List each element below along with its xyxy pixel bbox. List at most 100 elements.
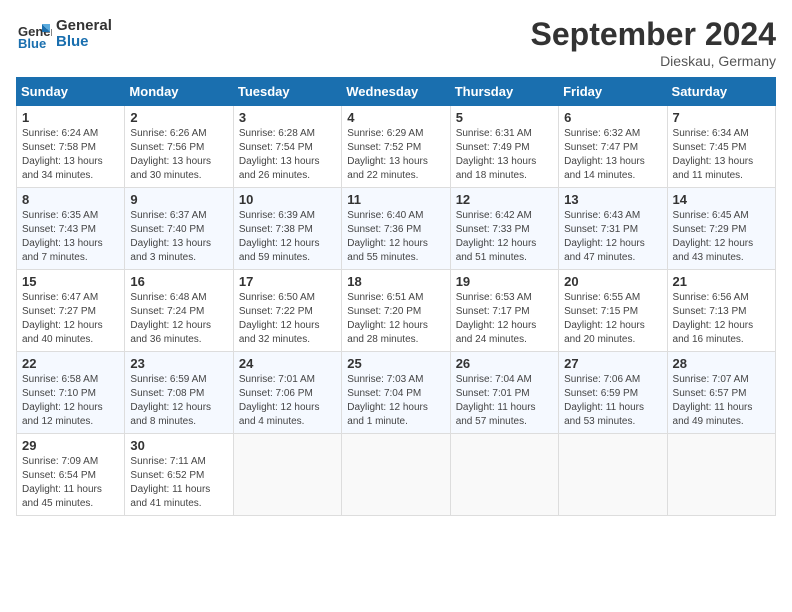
day-number: 17 [239,274,336,289]
day-info: Sunrise: 6:53 AMSunset: 7:17 PMDaylight:… [456,291,553,347]
logo-icon: General Blue [16,16,52,52]
day-info: Sunrise: 6:42 AMSunset: 7:33 PMDaylight:… [456,209,553,265]
day-info: Sunrise: 6:50 AMSunset: 7:22 PMDaylight:… [239,291,336,347]
day-number: 13 [564,192,661,207]
day-info: Sunrise: 6:59 AMSunset: 7:08 PMDaylight:… [130,373,227,429]
day-info: Sunrise: 6:56 AMSunset: 7:13 PMDaylight:… [673,291,770,347]
day-info: Sunrise: 6:58 AMSunset: 7:10 PMDaylight:… [22,373,119,429]
calendar-day-15: 15 Sunrise: 6:47 AMSunset: 7:27 PMDaylig… [17,270,125,352]
calendar-table: Sunday Monday Tuesday Wednesday Thursday… [16,77,776,516]
day-info: Sunrise: 6:26 AMSunset: 7:56 PMDaylight:… [130,127,227,183]
day-number: 30 [130,438,227,453]
calendar-week-3: 15 Sunrise: 6:47 AMSunset: 7:27 PMDaylig… [17,270,776,352]
day-info: Sunrise: 6:29 AMSunset: 7:52 PMDaylight:… [347,127,444,183]
day-info: Sunrise: 6:51 AMSunset: 7:20 PMDaylight:… [347,291,444,347]
day-number: 1 [22,110,119,125]
calendar-week-4: 22 Sunrise: 6:58 AMSunset: 7:10 PMDaylig… [17,352,776,434]
calendar-day-27: 27 Sunrise: 7:06 AMSunset: 6:59 PMDaylig… [559,352,667,434]
title-area: September 2024 Dieskau, Germany [531,16,776,69]
col-monday: Monday [125,78,233,106]
day-info: Sunrise: 6:28 AMSunset: 7:54 PMDaylight:… [239,127,336,183]
calendar-day-16: 16 Sunrise: 6:48 AMSunset: 7:24 PMDaylig… [125,270,233,352]
day-info: Sunrise: 6:32 AMSunset: 7:47 PMDaylight:… [564,127,661,183]
calendar-day-12: 12 Sunrise: 6:42 AMSunset: 7:33 PMDaylig… [450,188,558,270]
calendar-day-6: 6 Sunrise: 6:32 AMSunset: 7:47 PMDayligh… [559,106,667,188]
day-info: Sunrise: 6:45 AMSunset: 7:29 PMDaylight:… [673,209,770,265]
col-tuesday: Tuesday [233,78,341,106]
day-info: Sunrise: 6:34 AMSunset: 7:45 PMDaylight:… [673,127,770,183]
col-wednesday: Wednesday [342,78,450,106]
day-info: Sunrise: 7:06 AMSunset: 6:59 PMDaylight:… [564,373,661,429]
calendar-week-2: 8 Sunrise: 6:35 AMSunset: 7:43 PMDayligh… [17,188,776,270]
calendar-day-25: 25 Sunrise: 7:03 AMSunset: 7:04 PMDaylig… [342,352,450,434]
calendar-day-2: 2 Sunrise: 6:26 AMSunset: 7:56 PMDayligh… [125,106,233,188]
logo-blue: Blue [56,34,112,51]
day-number: 16 [130,274,227,289]
day-number: 14 [673,192,770,207]
day-info: Sunrise: 6:24 AMSunset: 7:58 PMDaylight:… [22,127,119,183]
calendar-day-13: 13 Sunrise: 6:43 AMSunset: 7:31 PMDaylig… [559,188,667,270]
col-thursday: Thursday [450,78,558,106]
day-number: 15 [22,274,119,289]
calendar-day-7: 7 Sunrise: 6:34 AMSunset: 7:45 PMDayligh… [667,106,775,188]
day-info: Sunrise: 6:37 AMSunset: 7:40 PMDaylight:… [130,209,227,265]
day-info: Sunrise: 6:55 AMSunset: 7:15 PMDaylight:… [564,291,661,347]
day-info: Sunrise: 7:09 AMSunset: 6:54 PMDaylight:… [22,455,119,511]
day-number: 8 [22,192,119,207]
day-number: 3 [239,110,336,125]
calendar-day-28: 28 Sunrise: 7:07 AMSunset: 6:57 PMDaylig… [667,352,775,434]
svg-text:Blue: Blue [18,36,46,51]
day-number: 12 [456,192,553,207]
calendar-day-22: 22 Sunrise: 6:58 AMSunset: 7:10 PMDaylig… [17,352,125,434]
day-number: 6 [564,110,661,125]
calendar-day-9: 9 Sunrise: 6:37 AMSunset: 7:40 PMDayligh… [125,188,233,270]
calendar-day-21: 21 Sunrise: 6:56 AMSunset: 7:13 PMDaylig… [667,270,775,352]
logo: General Blue General Blue [16,16,112,52]
empty-cell [342,434,450,516]
day-info: Sunrise: 6:47 AMSunset: 7:27 PMDaylight:… [22,291,119,347]
day-number: 10 [239,192,336,207]
page-header: General Blue General Blue September 2024… [16,16,776,69]
day-info: Sunrise: 6:35 AMSunset: 7:43 PMDaylight:… [22,209,119,265]
day-number: 4 [347,110,444,125]
day-number: 29 [22,438,119,453]
day-number: 11 [347,192,444,207]
day-number: 24 [239,356,336,371]
day-info: Sunrise: 6:40 AMSunset: 7:36 PMDaylight:… [347,209,444,265]
calendar-day-10: 10 Sunrise: 6:39 AMSunset: 7:38 PMDaylig… [233,188,341,270]
col-sunday: Sunday [17,78,125,106]
empty-cell [450,434,558,516]
calendar-day-11: 11 Sunrise: 6:40 AMSunset: 7:36 PMDaylig… [342,188,450,270]
location: Dieskau, Germany [531,53,776,69]
calendar-day-5: 5 Sunrise: 6:31 AMSunset: 7:49 PMDayligh… [450,106,558,188]
calendar-day-17: 17 Sunrise: 6:50 AMSunset: 7:22 PMDaylig… [233,270,341,352]
month-title: September 2024 [531,16,776,53]
day-number: 2 [130,110,227,125]
calendar-week-5: 29 Sunrise: 7:09 AMSunset: 6:54 PMDaylig… [17,434,776,516]
day-info: Sunrise: 6:43 AMSunset: 7:31 PMDaylight:… [564,209,661,265]
day-info: Sunrise: 6:31 AMSunset: 7:49 PMDaylight:… [456,127,553,183]
calendar-day-1: 1 Sunrise: 6:24 AMSunset: 7:58 PMDayligh… [17,106,125,188]
day-number: 27 [564,356,661,371]
logo-general: General [56,18,112,35]
empty-cell [233,434,341,516]
day-info: Sunrise: 6:39 AMSunset: 7:38 PMDaylight:… [239,209,336,265]
day-number: 19 [456,274,553,289]
day-number: 5 [456,110,553,125]
empty-cell [559,434,667,516]
calendar-day-20: 20 Sunrise: 6:55 AMSunset: 7:15 PMDaylig… [559,270,667,352]
col-saturday: Saturday [667,78,775,106]
calendar-day-4: 4 Sunrise: 6:29 AMSunset: 7:52 PMDayligh… [342,106,450,188]
day-info: Sunrise: 7:11 AMSunset: 6:52 PMDaylight:… [130,455,227,511]
calendar-day-26: 26 Sunrise: 7:04 AMSunset: 7:01 PMDaylig… [450,352,558,434]
calendar-day-8: 8 Sunrise: 6:35 AMSunset: 7:43 PMDayligh… [17,188,125,270]
day-number: 20 [564,274,661,289]
day-number: 26 [456,356,553,371]
day-info: Sunrise: 7:07 AMSunset: 6:57 PMDaylight:… [673,373,770,429]
calendar-day-14: 14 Sunrise: 6:45 AMSunset: 7:29 PMDaylig… [667,188,775,270]
empty-cell [667,434,775,516]
day-info: Sunrise: 7:04 AMSunset: 7:01 PMDaylight:… [456,373,553,429]
day-info: Sunrise: 7:03 AMSunset: 7:04 PMDaylight:… [347,373,444,429]
calendar-day-18: 18 Sunrise: 6:51 AMSunset: 7:20 PMDaylig… [342,270,450,352]
calendar-week-1: 1 Sunrise: 6:24 AMSunset: 7:58 PMDayligh… [17,106,776,188]
